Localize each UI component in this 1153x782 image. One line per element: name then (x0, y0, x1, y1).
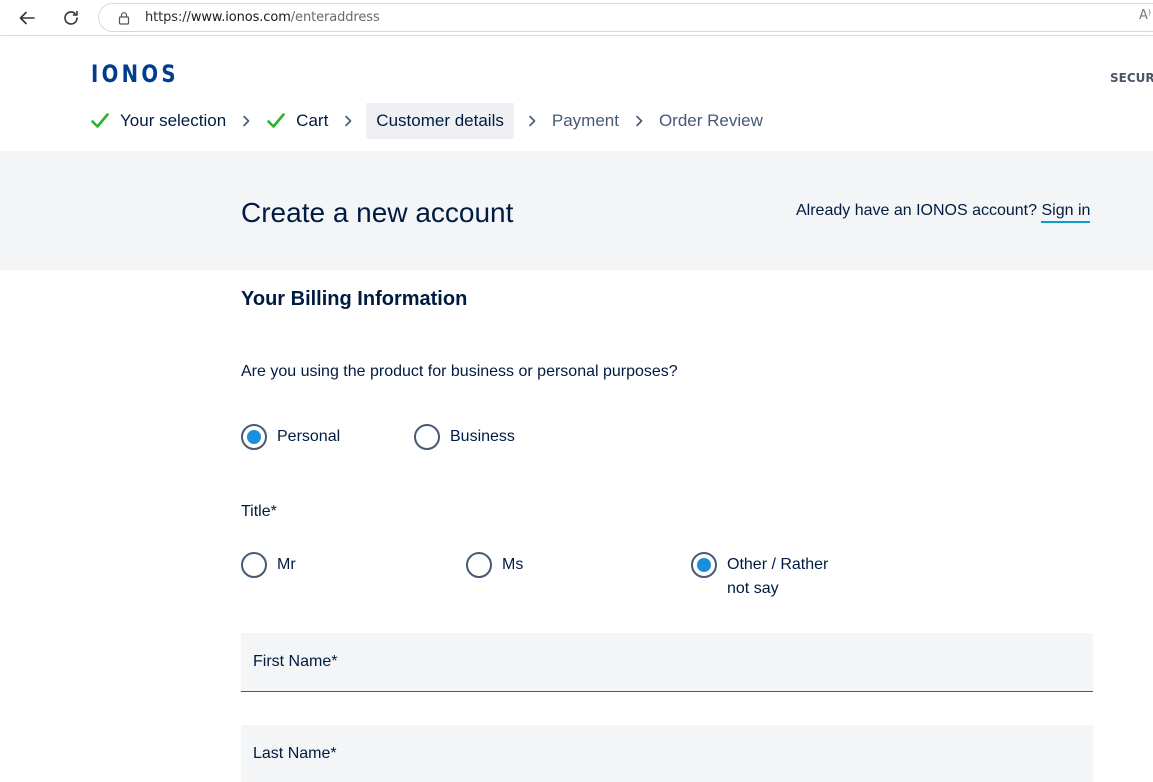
back-arrow-icon (19, 11, 35, 25)
step-label: Payment (551, 111, 619, 130)
step-label: Cart (296, 111, 329, 130)
checkout-steps: Your selection Cart Customer details Pay… (88, 103, 765, 139)
refresh-icon (64, 10, 78, 25)
step-label: Your selection (120, 111, 227, 130)
step-label: Customer details (376, 111, 504, 130)
radio-mr[interactable]: Mr (241, 552, 296, 578)
purpose-question: Are you using the product for business o… (241, 363, 678, 380)
step-payment: Payment (550, 103, 621, 139)
radio-label: Ms (502, 556, 524, 573)
url-host: www.ionos.com (190, 10, 291, 25)
radio-selected-icon (691, 552, 717, 578)
chevron-right-icon (243, 115, 250, 127)
url-text: https://www.ionos.com/enteraddress (145, 10, 380, 25)
signin-prompt-text: Already have an IONOS account? (796, 202, 1038, 219)
step-cart[interactable]: Cart (264, 103, 330, 139)
refresh-button[interactable] (59, 6, 83, 30)
address-bar[interactable]: https://www.ionos.com/enteraddress (98, 3, 1153, 32)
url-scheme: https:// (145, 10, 191, 25)
title-label: Title* (241, 503, 277, 520)
step-customer-details: Customer details (366, 103, 514, 139)
page-title: Create a new account (241, 197, 514, 228)
chevron-right-icon (636, 115, 643, 127)
chevron-right-icon (529, 115, 536, 127)
radio-label: Personal (277, 428, 341, 445)
radio-label: Mr (277, 556, 296, 573)
radio-unselected-icon (414, 424, 440, 450)
billing-section-title: Your Billing Information (241, 288, 468, 310)
radio-unselected-icon (241, 552, 267, 578)
radio-business[interactable]: Business (414, 424, 515, 450)
browser-toolbar: https://www.ionos.com/enteraddress A⁾ (0, 0, 1153, 36)
signin-prompt: Already have an IONOS account? Sign in (796, 202, 1091, 223)
read-aloud-icon[interactable]: A⁾ (1139, 8, 1151, 23)
radio-unselected-icon (466, 552, 492, 578)
radio-ms[interactable]: Ms (466, 552, 523, 578)
radio-label: Business (450, 428, 515, 445)
radio-personal[interactable]: Personal (241, 424, 340, 450)
secure-badge: SECURE (1110, 71, 1153, 85)
first-name-input[interactable] (253, 633, 1093, 691)
checkmark-icon (267, 113, 285, 128)
radio-label: Other / Rather not say (727, 556, 829, 597)
url-path: /enteraddress (290, 10, 380, 25)
checkmark-icon (91, 113, 109, 128)
radio-dot (247, 430, 261, 444)
radio-other[interactable]: Other / Rather not say (691, 552, 847, 601)
last-name-field[interactable] (241, 725, 1093, 782)
radio-dot (697, 558, 711, 572)
site-header: IONOS SECURE Your selection Cart Custome… (0, 37, 1153, 151)
ionos-logo[interactable]: IONOS (91, 60, 179, 88)
radio-selected-icon (241, 424, 267, 450)
step-label: Order Review (658, 111, 763, 130)
chevron-right-icon (345, 115, 352, 127)
step-order-review: Order Review (657, 103, 765, 139)
step-your-selection[interactable]: Your selection (88, 103, 228, 139)
lock-icon (118, 11, 130, 25)
page-heading-band: Create a new account Already have an ION… (0, 151, 1153, 270)
last-name-input[interactable] (253, 725, 1093, 782)
first-name-field[interactable] (241, 633, 1093, 692)
signin-link[interactable]: Sign in (1041, 202, 1091, 223)
back-button[interactable] (15, 6, 39, 30)
